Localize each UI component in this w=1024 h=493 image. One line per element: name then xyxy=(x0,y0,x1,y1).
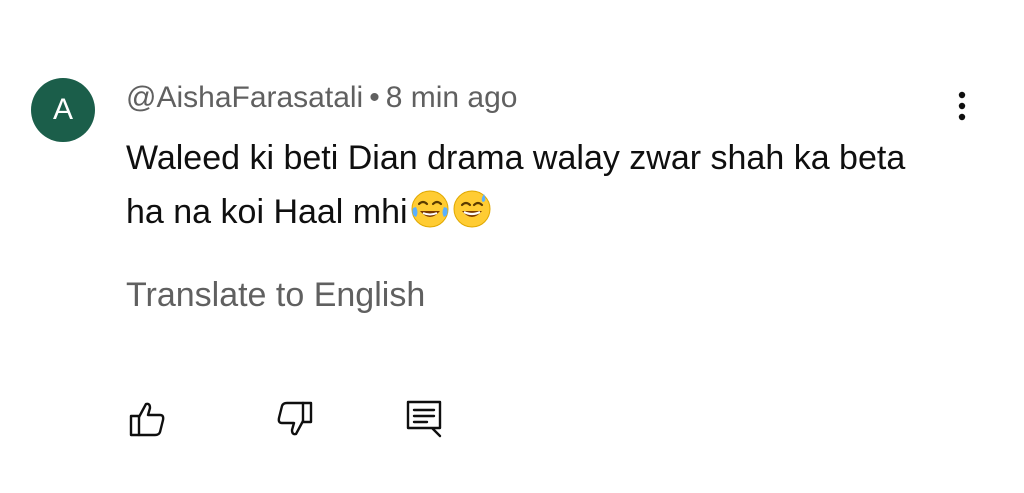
translate-link[interactable]: Translate to English xyxy=(126,275,425,315)
reply-icon[interactable] xyxy=(403,398,445,440)
thumbs-down-icon[interactable] xyxy=(273,398,315,440)
comment-meta: @AishaFarasatali • 8 min ago xyxy=(126,80,517,116)
thumbs-up-icon[interactable] xyxy=(127,398,169,440)
avatar[interactable]: A xyxy=(31,78,95,142)
comment-card: A @AishaFarasatali • 8 min ago Waleed ki b… xyxy=(0,0,1024,493)
author-name[interactable]: @AishaFarasatali xyxy=(126,81,363,114)
comment-time[interactable]: 8 min ago xyxy=(386,81,518,114)
more-vert-icon[interactable] xyxy=(944,86,980,126)
grinning-face-with-sweat-icon xyxy=(452,189,492,229)
meta-separator: • xyxy=(369,81,380,114)
comment-body: Waleed ki beti Dian drama walay zwar sha… xyxy=(126,139,934,231)
comment-text: Waleed ki beti Dian drama walay zwar sha… xyxy=(126,131,956,239)
face-with-tears-of-joy-icon xyxy=(410,189,450,229)
